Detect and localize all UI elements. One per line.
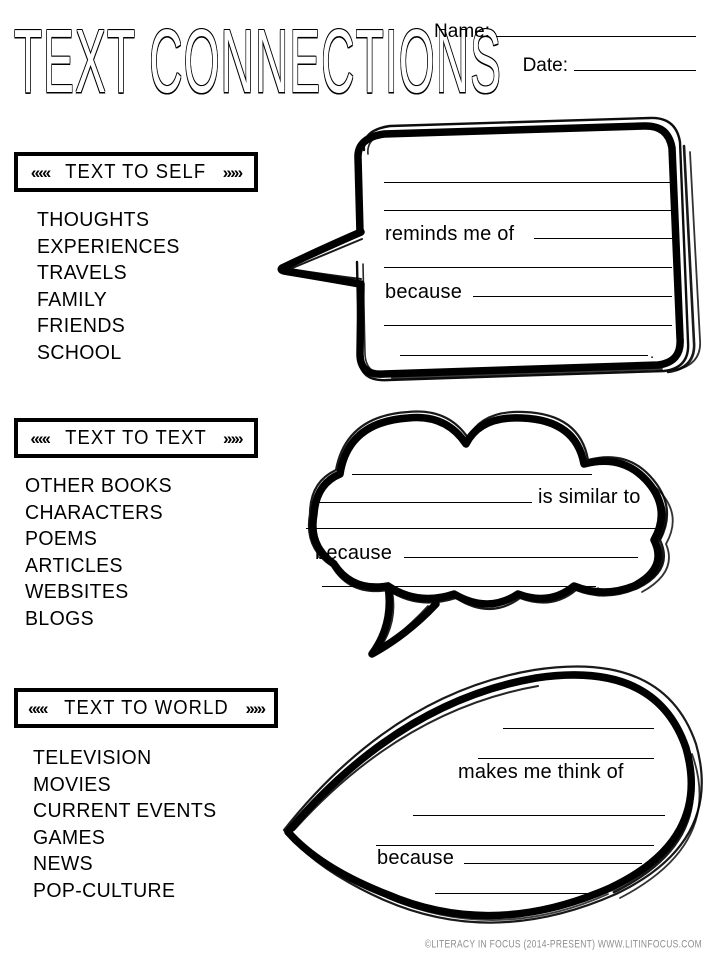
writing-line[interactable] <box>503 728 654 729</box>
list-item: POEMS <box>25 527 98 550</box>
section-header-text-to-text: ««‹ TEXT TO TEXT ›»» <box>14 418 258 458</box>
writing-line[interactable] <box>534 238 672 239</box>
writing-line[interactable] <box>404 557 638 558</box>
speech-bubble-text-to-self: reminds me of because . <box>272 112 720 390</box>
writing-lines-area: makes me think of because . <box>272 658 720 926</box>
writing-line[interactable] <box>473 296 672 297</box>
writing-line[interactable] <box>352 474 592 475</box>
prompt-because: because <box>385 281 463 303</box>
prompt-makes-me-think-of: makes me think of <box>458 761 624 783</box>
writing-line[interactable] <box>435 893 590 894</box>
prompt-because: because <box>377 847 455 869</box>
section-title: TEXT TO TEXT <box>65 426 207 449</box>
writing-line[interactable] <box>384 325 672 326</box>
list-item: ARTICLES <box>25 553 123 577</box>
page-title: TEXT CONNECTIONS <box>14 10 503 112</box>
end-period: . <box>592 883 597 900</box>
name-row: Name: <box>434 20 696 43</box>
end-period: . <box>596 576 601 593</box>
section-header-text-to-self: ««‹ TEXT TO SELF ›»» <box>14 152 258 192</box>
speech-bubble-text-to-world: makes me think of because . <box>272 658 720 926</box>
chevron-left-triple-icon: ««‹ <box>30 428 51 448</box>
chevron-right-triple-icon: ›»» <box>245 698 266 718</box>
category-list-text-to-text: OTHER BOOKS CHARACTERS POEMS ARTICLES WE… <box>25 473 180 632</box>
chevron-left-triple-icon: ««‹ <box>30 162 52 182</box>
date-row: Date: <box>523 54 696 77</box>
list-item: CURRENT EVENTS <box>33 799 217 822</box>
chevron-right-triple-icon: ›»» <box>223 428 244 448</box>
list-item: CHARACTERS <box>25 500 163 524</box>
list-item: TELEVISION <box>33 746 152 769</box>
writing-line[interactable] <box>384 182 672 183</box>
footer-credit: ©LITERACY IN FOCUS (2014-PRESENT) WWW.LI… <box>424 937 702 951</box>
writing-line[interactable] <box>464 863 642 864</box>
section-title: TEXT TO SELF <box>65 160 207 183</box>
prompt-is-similar-to: is similar to <box>538 486 641 508</box>
list-item: SCHOOL <box>37 340 122 364</box>
list-item: EXPERIENCES <box>37 234 180 258</box>
writing-line[interactable] <box>384 267 672 268</box>
writing-line[interactable] <box>478 758 654 759</box>
writing-line[interactable] <box>314 502 532 503</box>
category-list-text-to-world: TELEVISION MOVIES CURRENT EVENTS GAMES N… <box>33 745 226 904</box>
speech-bubble-text-to-text: is similar to because . <box>276 398 720 668</box>
prompt-because: because <box>315 542 393 564</box>
list-item: MOVIES <box>33 772 112 796</box>
prompt-reminds-me-of: reminds me of <box>385 223 515 245</box>
writing-line[interactable] <box>322 586 596 587</box>
end-period: . <box>650 345 655 362</box>
chevron-left-triple-icon: ««‹ <box>27 698 49 718</box>
writing-line[interactable] <box>400 355 648 356</box>
list-item: WEBSITES <box>25 580 129 603</box>
list-item: OTHER BOOKS <box>25 474 173 497</box>
date-label: Date: <box>522 55 568 76</box>
chevron-right-triple-icon: ›»» <box>222 162 244 182</box>
list-item: BLOGS <box>25 606 95 630</box>
category-list-text-to-self: THOUGHTS EXPERIENCES TRAVELS FAMILY FRIE… <box>37 207 187 366</box>
section-header-text-to-world: ««‹ TEXT TO WORLD ›»» <box>14 688 278 728</box>
writing-line[interactable] <box>384 210 672 211</box>
list-item: POP-CULTURE <box>33 878 176 902</box>
section-title: TEXT TO WORLD <box>63 696 229 719</box>
name-label: Name: <box>434 21 490 42</box>
name-input[interactable] <box>496 20 696 37</box>
list-item: GAMES <box>33 825 106 849</box>
writing-line[interactable] <box>306 528 658 529</box>
date-input[interactable] <box>574 54 696 71</box>
list-item: FAMILY <box>37 287 108 311</box>
list-item: THOUGHTS <box>37 208 150 231</box>
writing-line[interactable] <box>413 815 665 816</box>
writing-lines-area: is similar to because . <box>276 398 720 668</box>
writing-line[interactable] <box>376 845 654 846</box>
list-item: FRIENDS <box>37 314 126 337</box>
writing-lines-area: reminds me of because . <box>272 112 720 390</box>
worksheet-page: TEXT CONNECTIONS Name: Date: ««‹ TEXT TO… <box>0 0 720 960</box>
list-item: TRAVELS <box>37 261 127 284</box>
list-item: NEWS <box>33 852 93 875</box>
